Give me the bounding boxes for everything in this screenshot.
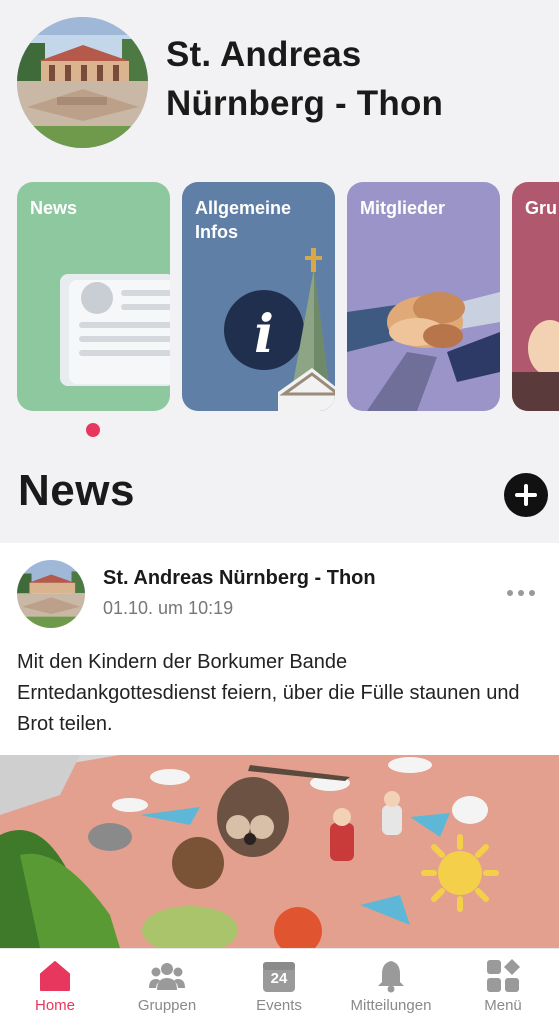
tab-home[interactable]: Home — [0, 949, 110, 1024]
page-dot-active — [86, 423, 100, 437]
menu-grid-icon — [487, 959, 520, 992]
card-label: Gru — [525, 198, 558, 218]
tab-label: Menü — [484, 997, 522, 1014]
card-members[interactable]: Mitglieder — [347, 182, 500, 411]
category-carousel[interactable]: News i Allgemeine Infos Mitglieder Gru — [0, 182, 559, 414]
group-avatar[interactable] — [17, 17, 148, 148]
post-text: Mit den Kindern der Borkumer Bande Ernte… — [17, 651, 520, 735]
tab-label: Gruppen — [137, 997, 197, 1014]
tab-notifications[interactable]: Mitteilungen — [336, 949, 446, 1024]
tab-label: Events — [256, 997, 302, 1014]
tab-label: Home — [34, 997, 75, 1014]
groups-icon — [149, 963, 185, 990]
card-groups[interactable]: Gru — [512, 182, 559, 411]
news-section-title: News — [18, 466, 135, 515]
card-news[interactable]: News — [17, 182, 170, 411]
post-author-avatar[interactable] — [17, 560, 85, 628]
card-label: Mitglieder — [360, 198, 446, 218]
card-label: News — [30, 198, 78, 218]
svg-text:i: i — [254, 304, 274, 365]
bottom-tab-bar: Home Gruppen 24 Events Mitteilungen Menü — [0, 948, 559, 1024]
post-timestamp: 01.10. um 10:19 — [103, 598, 234, 618]
tab-menu[interactable]: Menü — [448, 949, 558, 1024]
calendar-badge: 24 — [270, 970, 288, 987]
more-icon[interactable] — [507, 590, 537, 598]
tab-groups[interactable]: Gruppen — [112, 949, 222, 1024]
post-author-name[interactable]: St. Andreas Nürnberg - Thon — [103, 567, 376, 590]
group-header: St. Andreas Nürnberg - Thon — [0, 0, 559, 165]
title-line-2: Nürnberg - Thon — [166, 84, 444, 123]
card-label: Allgemeine Infos — [195, 198, 292, 242]
tab-events[interactable]: 24 Events — [224, 949, 334, 1024]
plus-icon[interactable] — [504, 473, 548, 517]
title-line-1: St. Andreas — [166, 35, 362, 74]
card-general-info[interactable]: i Allgemeine Infos — [182, 182, 335, 411]
tab-label: Mitteilungen — [350, 997, 432, 1014]
news-post[interactable]: St. Andreas Nürnberg - Thon 01.10. um 10… — [0, 543, 559, 948]
bell-icon — [378, 961, 404, 993]
home-icon — [40, 961, 70, 991]
page-title: St. Andreas Nürnberg - Thon — [166, 30, 546, 128]
carousel-page-indicator — [86, 423, 100, 437]
post-image[interactable] — [0, 755, 559, 948]
